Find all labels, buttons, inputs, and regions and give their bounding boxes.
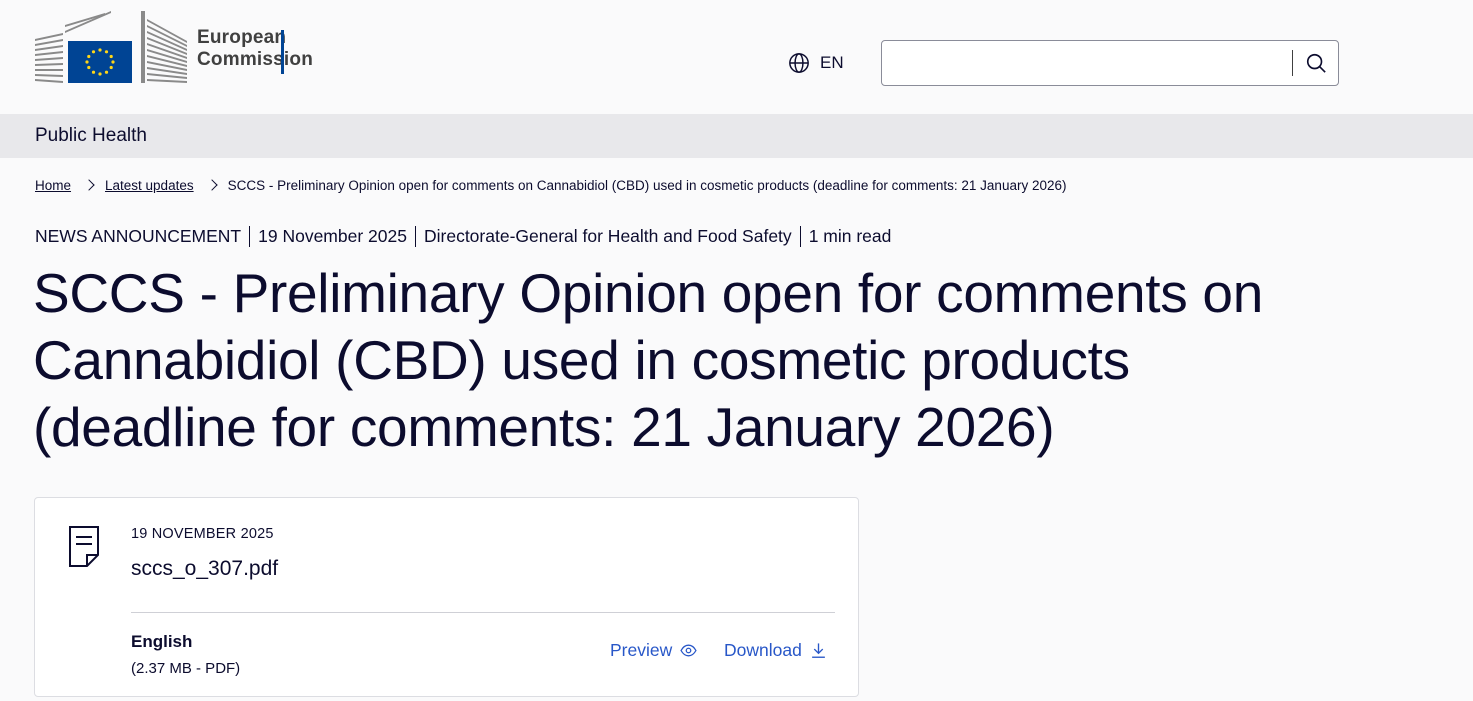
- ec-logo-graphic: [35, 11, 187, 83]
- page-meta: NEWS ANNOUNCEMENT 19 November 2025 Direc…: [35, 225, 891, 247]
- site-name[interactable]: Public Health: [35, 125, 147, 147]
- eye-icon: [680, 644, 697, 657]
- preview-label: Preview: [610, 640, 673, 660]
- site-header: European Commission EN: [0, 0, 1473, 114]
- language-selector[interactable]: EN: [788, 50, 844, 76]
- breadcrumb-current: SCCS - Preliminary Opinion open for comm…: [227, 177, 1067, 193]
- content-type: NEWS ANNOUNCEMENT: [35, 225, 242, 246]
- chevron-right-icon: [205, 179, 218, 191]
- search-box: [881, 40, 1339, 86]
- search-icon: [1306, 53, 1326, 73]
- download-label: Download: [724, 640, 802, 660]
- publish-date: 19 November 2025: [258, 225, 407, 246]
- card-divider: [131, 612, 835, 613]
- site-name-bar: Public Health: [0, 114, 1473, 158]
- logo-text: European Commission: [197, 27, 313, 71]
- logo-separator-bar: [281, 30, 284, 74]
- globe-icon: [789, 53, 809, 73]
- meta-divider: [249, 225, 251, 247]
- language-code: EN: [820, 53, 844, 72]
- download-link[interactable]: Download: [724, 640, 827, 661]
- file-icon: [69, 526, 99, 567]
- breadcrumb-latest-updates[interactable]: Latest updates: [105, 178, 194, 193]
- logo-text-line2: Commission: [197, 49, 314, 70]
- search-input[interactable]: [882, 41, 1292, 85]
- file-card: 19 NOVEMBER 2025 sccs_o_307.pdf English …: [34, 497, 859, 697]
- read-time: 1 min read: [808, 225, 892, 246]
- file-date: 19 NOVEMBER 2025: [131, 526, 274, 542]
- author: Directorate-General for Health and Food …: [423, 225, 792, 246]
- meta-divider: [414, 225, 416, 247]
- preview-link[interactable]: Preview: [610, 640, 697, 661]
- file-name: sccs_o_307.pdf: [131, 557, 279, 580]
- page-title: SCCS - Preliminary Opinion open for comm…: [33, 262, 1264, 458]
- download-icon: [811, 643, 825, 658]
- search-button[interactable]: [1296, 43, 1336, 83]
- file-size: (2.37 MB - PDF): [131, 660, 241, 677]
- chevron-right-icon: [83, 179, 95, 191]
- breadcrumb: Home Latest updates SCCS - Preliminary O…: [35, 176, 1066, 194]
- logo-text-line1: European: [197, 27, 287, 48]
- file-language: English: [131, 632, 193, 651]
- search-divider: [1292, 50, 1293, 76]
- breadcrumb-home[interactable]: Home: [35, 178, 71, 193]
- meta-divider: [799, 225, 801, 247]
